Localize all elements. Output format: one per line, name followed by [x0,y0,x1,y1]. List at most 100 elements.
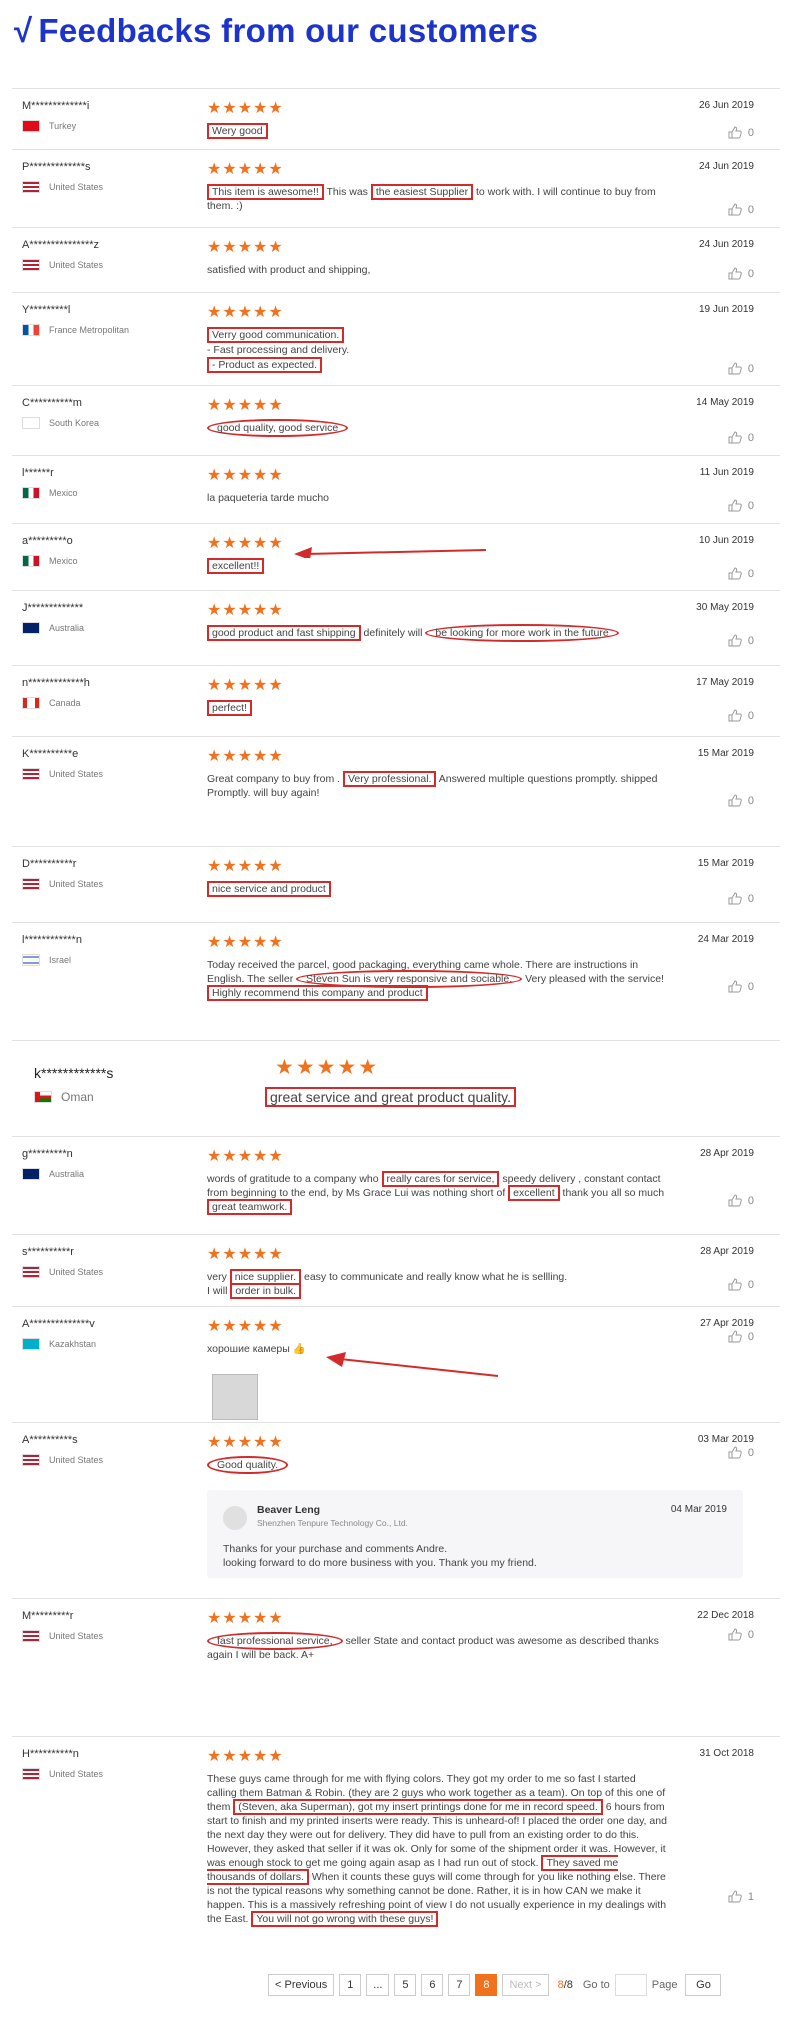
helpful-like-button[interactable]: 0 [728,362,754,375]
review-divider [12,1234,780,1235]
review-text-part: definitely will [360,627,426,639]
helpful-like-button[interactable]: 0 [728,499,754,512]
helpful-like-button[interactable]: 1 [728,1890,754,1903]
rating-stars: ★★★★★ [207,1246,284,1263]
like-count: 0 [747,362,754,375]
page-5-button[interactable]: 5 [394,1974,417,1996]
reviewer-name: P*************s [22,161,91,173]
page-8-button[interactable]: 8 [475,1974,498,1996]
review-text: good quality, good service [207,419,349,437]
review-item: A***************z United States ★★★★★ 24 Ju… [0,227,800,292]
helpful-like-button[interactable]: 0 [728,1446,754,1459]
review-date: 19 Jun 2019 [698,304,754,315]
review-item: l******r Mexico ★★★★★ 11 Jun 2019 la paquete… [0,455,800,523]
reviewer-name: K**********e [22,748,79,760]
reviewer-country: United States [22,1454,103,1466]
review-body: good quality, good service [207,419,667,437]
review-date: 31 Oct 2018 [699,1748,754,1759]
review-item: P*************s United States ★★★★★ 24 Jun … [0,149,800,227]
helpful-like-button[interactable]: 0 [728,1278,754,1291]
review-date: 24 Jun 2019 [698,239,754,250]
review-text-part: very [207,1271,230,1283]
thumbs-up-icon [728,794,742,807]
next-button[interactable]: Next > [502,1974,549,1996]
previous-button[interactable]: < Previous [268,1974,335,1996]
review-text-part: You will not go wrong with these guys! [251,1911,439,1927]
reviewer-country: United States [22,1768,103,1780]
page-6-button[interactable]: 6 [421,1974,444,1996]
page-1-button[interactable]: 1 [339,1974,362,1996]
reviewer-name: H**********n [22,1748,79,1760]
go-button[interactable]: Go [685,1974,722,1996]
helpful-like-button[interactable]: 0 [728,709,754,722]
reviewer-name: a*********o [22,535,73,547]
rating-stars: ★★★★★ [207,100,284,117]
reviewer-country: South Korea [22,417,99,429]
page-title: √ Feedbacks from our customers [14,12,538,50]
rating-stars: ★★★★★ [207,535,284,552]
review-text: excellent!! [207,558,265,574]
rating-stars: ★★★★★ [207,1318,284,1335]
review-item: A**********s United States ★★★★★ 03 Mar 201… [0,1422,800,1598]
thumbs-up-icon [728,1890,742,1903]
review-date: 14 May 2019 [696,397,754,408]
review-item: D**********r United States ★★★★★ 15 Mar 201… [0,846,800,922]
page-7-button[interactable]: 7 [448,1974,471,1996]
review-body: Good quality. [207,1456,667,1474]
reviewer-name: C**********m [22,397,82,409]
title-text: Feedbacks from our customers [38,12,539,49]
review-divider [12,665,780,666]
page-number-input[interactable] [614,1974,647,1996]
reviewer-name: A**********s [22,1434,78,1446]
like-count: 0 [747,567,754,580]
like-count: 0 [747,980,754,993]
review-item: Y*********l France Metropolitan ★★★★★ 19 Ju… [0,292,800,385]
helpful-like-button[interactable]: 0 [728,1194,754,1207]
thumbs-up-icon [728,1278,742,1291]
pagination: < Previous 1 ... 5 6 7 8 Next > 8/8 Go t… [268,1974,726,1996]
thumbs-up-icon [728,362,742,375]
country-flag-icon [22,622,40,634]
review-date: 27 Apr 2019 [700,1318,754,1329]
helpful-like-button[interactable]: 0 [728,980,754,993]
review-divider [12,227,780,228]
helpful-like-button[interactable]: 0 [728,1628,754,1641]
like-count: 0 [747,431,754,444]
helpful-like-button[interactable]: 0 [728,203,754,216]
review-text-part: the easiest Supplier [370,184,474,200]
like-count: 0 [747,892,754,905]
thumbs-up-icon [728,126,742,139]
helpful-like-button[interactable]: 0 [728,1330,754,1343]
helpful-like-button[interactable]: 0 [728,267,754,280]
thumbs-up-icon [728,1194,742,1207]
helpful-like-button[interactable]: 0 [728,634,754,647]
review-item: k************s Oman ★★★★★ great service and… [0,1040,800,1136]
review-item: H**********n United States ★★★★★ 31 Oct 201… [0,1736,800,1958]
review-divider [12,88,780,89]
helpful-like-button[interactable]: 0 [728,567,754,580]
review-item: M*********r United States ★★★★★ 22 Dec 2018… [0,1598,800,1736]
rating-stars: ★★★★★ [207,1148,284,1165]
reviewer-country: Turkey [22,120,76,132]
like-count: 0 [747,267,754,280]
review-item: M*************i Turkey ★★★★★ 26 Jun 2019 Wer… [0,88,800,149]
review-photo-thumbnail[interactable] [212,1374,258,1420]
reviewer-name: M*********r [22,1610,74,1622]
review-text-part: (Steven, aka Superman), got my insert pr… [233,1799,603,1815]
reviewer-country: Oman [34,1090,94,1104]
reviewer-name: l************n [22,934,82,946]
check-mark: √ [14,12,33,49]
country-flag-icon [22,259,40,271]
review-date: 28 Apr 2019 [700,1246,754,1257]
thumbs-up-icon [728,709,742,722]
helpful-like-button[interactable]: 0 [728,431,754,444]
review-text-part: excellent [508,1185,560,1201]
review-divider [12,292,780,293]
helpful-like-button[interactable]: 0 [728,794,754,807]
thumbs-up-icon [728,499,742,512]
helpful-like-button[interactable]: 0 [728,892,754,905]
helpful-like-button[interactable]: 0 [728,126,754,139]
review-text-line: - Product as expected. [207,357,323,373]
review-body: Great company to buy from . Very profess… [207,771,667,800]
reviewer-country: United States [22,259,103,271]
